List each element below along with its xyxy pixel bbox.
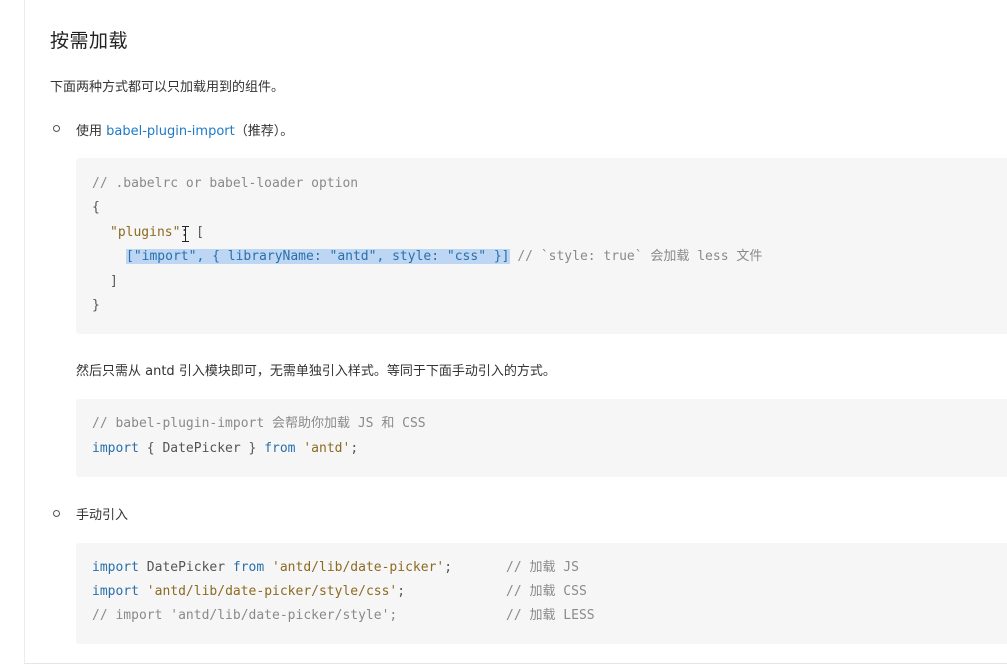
code-line-js: import DatePicker from 'antd/lib/date-pi… (92, 558, 452, 578)
code-block-import: // babel-plugin-import 会帮助你加载 JS 和 CSS i… (76, 399, 1007, 477)
plugins-key: "plugins" (110, 225, 181, 240)
semicolon: ; (444, 560, 453, 575)
keyword-import: import (92, 560, 139, 575)
keyword-from: from (232, 560, 265, 575)
bullet-circle-icon (53, 125, 60, 132)
intro-text: 下面两种方式都可以只加载用到的组件。 (50, 80, 285, 95)
style-comment: // `style: true` 会加载 less 文件 (509, 249, 763, 264)
module-string: 'antd/lib/date-picker' (272, 560, 445, 575)
code-block-babelrc: // .babelrc or babel-loader option { "pl… (76, 158, 1007, 334)
keyword-import: import (92, 584, 139, 599)
semicolon: ; (397, 584, 406, 599)
option1-prefix: 使用 (76, 124, 107, 139)
comment-less: // 加载 LESS (506, 608, 595, 623)
option-babel-plugin: 使用 babel-plugin-import（推荐）。 (76, 120, 293, 139)
import-name: DatePicker (138, 560, 233, 575)
code-brace-close: } (92, 298, 100, 313)
option1-suffix: （推荐）。 (234, 124, 294, 139)
comment-css: // 加载 CSS (506, 584, 587, 599)
module-string: 'antd' (303, 441, 351, 456)
code-comment: // babel-plugin-import 会帮助你加载 JS 和 CSS (92, 416, 426, 431)
keyword-import: import (92, 441, 139, 456)
code-import-datepicker: import { DatePicker } from 'antd'; (92, 439, 358, 459)
explanation-text: 然后只需从 antd 引入模块即可，无需单独引入样式。等同于下面手动引入的方式。 (76, 364, 556, 379)
page-title: 按需加载 (50, 30, 129, 52)
code-block-manual: import DatePicker from 'antd/lib/date-pi… (76, 543, 1007, 644)
code-bracket-close: ] (110, 274, 118, 289)
option-manual-import: 手动引入 (76, 508, 129, 523)
semicolon: ; (350, 441, 359, 456)
text-cursor-icon (182, 226, 190, 242)
babel-plugin-import-link[interactable]: babel-plugin-import (106, 124, 235, 139)
keyword-from: from (264, 441, 296, 456)
bullet-circle-icon (53, 510, 60, 517)
code-line-css: import 'antd/lib/date-picker/style/css'; (92, 582, 405, 602)
code-comment: // .babelrc or babel-loader option (92, 176, 359, 191)
import-specifier: { DatePicker } (138, 441, 265, 456)
code-brace-open: { (92, 200, 100, 215)
comment-js: // 加载 JS (506, 560, 579, 575)
module-string: 'antd/lib/date-picker/style/css' (146, 584, 398, 599)
selected-text[interactable]: ["import", { libraryName: "antd", style:… (126, 249, 510, 264)
code-import-line[interactable]: ["import", { libraryName: "antd", style:… (126, 247, 762, 267)
code-line-less: // import 'antd/lib/date-picker/style'; (92, 608, 398, 623)
